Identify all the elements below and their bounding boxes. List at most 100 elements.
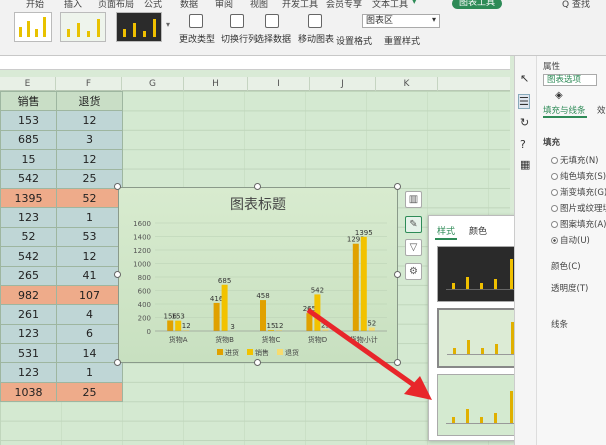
radio-icon[interactable] [551,173,558,180]
radio-icon[interactable] [551,157,558,164]
cell-sales[interactable]: 542 [0,168,57,189]
cell-returns[interactable]: 12 [56,149,123,170]
chart-style-thumb-3[interactable] [116,12,162,42]
cell-sales[interactable]: 123 [0,323,57,345]
cell-returns[interactable]: 52 [56,187,123,209]
fill-section-title[interactable]: 填充 [543,136,560,148]
fill-option[interactable]: 纯色填充(S) [551,170,606,186]
resize-handle[interactable] [114,359,121,366]
col-header-h[interactable]: H [184,77,248,91]
col-header-f[interactable]: F [56,77,122,91]
cell-returns[interactable]: 1 [56,207,123,228]
cell-returns[interactable]: 107 [56,284,123,306]
select-data-button[interactable]: 选择数据 [255,32,291,45]
cell-returns[interactable]: 6 [56,323,123,345]
cell-returns[interactable]: 12 [56,246,123,267]
chart-style-thumb-2[interactable] [60,12,106,42]
fill-option[interactable]: 图片或纹理填 [551,202,606,218]
cell-sales[interactable]: 982 [0,284,57,306]
col-header-i[interactable]: I [248,77,310,91]
cell-sales[interactable]: 542 [0,246,57,267]
tab-insert[interactable]: 插入 [64,0,82,10]
formula-bar[interactable] [0,56,510,70]
fill-option[interactable]: 渐变填充(G) [551,186,606,202]
tab-review[interactable]: 审阅 [215,0,233,10]
tab-chart-tools[interactable]: 图表工具 [452,0,502,9]
switch-row-col-button[interactable]: 切换行列 [221,32,257,45]
tab-view[interactable]: 视图 [250,0,268,10]
chart-elements-icon[interactable]: ▥ [405,191,422,208]
move-chart-button[interactable]: 移动图表 [298,32,334,45]
col-header-k[interactable]: K [376,77,438,91]
cell-returns[interactable]: 3 [56,129,123,151]
resize-handle[interactable] [114,183,121,190]
cell-returns[interactable]: 25 [56,168,123,189]
chart-style-brush-icon[interactable]: ✎ [405,216,422,233]
tab-fill-line[interactable]: 填充与线条 [543,104,586,116]
cell-sales[interactable]: 1395 [0,187,57,209]
radio-icon[interactable] [551,189,558,196]
cell-returns[interactable]: 14 [56,343,123,364]
set-format-button[interactable]: 设置格式 [336,34,372,47]
header-sales[interactable]: 销售 [0,90,57,112]
change-type-icon [189,14,203,28]
fill-option[interactable]: 无填充(N) [551,154,606,170]
reset-style-button[interactable]: 重置样式 [384,34,420,47]
cell-returns[interactable]: 41 [56,265,123,286]
chart-style-thumb-1[interactable] [14,12,52,42]
tab-page-layout[interactable]: 页面布局 [98,0,134,10]
change-type-button[interactable]: 更改类型 [179,32,215,45]
resize-handle[interactable] [114,271,121,278]
cell-sales[interactable]: 52 [0,226,57,248]
tab-text-tools[interactable]: 文本工具 [372,0,408,10]
tab-developer[interactable]: 开发工具 [282,0,318,10]
col-header-g[interactable]: G [122,77,184,91]
tab-member[interactable]: 会员专享 [326,0,362,10]
resize-handle[interactable] [394,183,401,190]
cell-returns[interactable]: 4 [56,304,123,325]
grid-icon[interactable]: ▦ [520,158,530,171]
chart-settings-gear-icon[interactable]: ⚙ [405,263,422,280]
search-label[interactable]: Q 查找 [562,0,590,10]
fill-option[interactable]: 自动(U) [551,234,606,250]
fill-option[interactable]: 图案填充(A) [551,218,606,234]
cell-sales[interactable]: 153 [0,110,57,131]
chart-area-select[interactable]: 图表区 [362,14,440,28]
cell-sales[interactable]: 123 [0,362,57,383]
tab-formulas[interactable]: 公式 [144,0,162,10]
cell-sales[interactable]: 685 [0,129,57,151]
cell-sales[interactable]: 15 [0,149,57,170]
history-icon[interactable]: ↻ [520,116,529,129]
cell-returns[interactable]: 12 [56,110,123,131]
cell-sales[interactable]: 1038 [0,381,57,403]
resize-handle[interactable] [394,271,401,278]
help-icon[interactable]: ? [520,138,526,151]
resize-handle[interactable] [254,359,261,366]
cell-sales[interactable]: 265 [0,265,57,286]
thumbs-more-icon[interactable]: ▾ [166,20,170,29]
tab-effects[interactable]: 效 [597,104,606,116]
tab-data[interactable]: 数据 [180,0,198,10]
cell-sales[interactable]: 531 [0,343,57,364]
cell-returns[interactable]: 25 [56,381,123,403]
cursor-icon[interactable]: ↖ [520,72,529,85]
popup-tab-color[interactable]: 颜色 [469,224,487,237]
radio-icon[interactable] [551,205,558,212]
radio-icon[interactable] [551,237,558,244]
properties-icon[interactable]: ☰ [518,94,530,109]
line-section-title[interactable]: 线条 [551,318,568,330]
cell-returns[interactable]: 1 [56,362,123,383]
header-returns[interactable]: 退货 [56,90,123,112]
popup-tab-style[interactable]: 样式 [437,224,455,237]
chart-options-select[interactable]: 图表选项 [543,74,597,86]
resize-handle[interactable] [254,183,261,190]
radio-icon[interactable] [551,221,558,228]
tab-start[interactable]: 开始 [26,0,44,10]
col-header-e[interactable]: E [0,77,56,91]
cell-returns[interactable]: 53 [56,226,123,248]
cell-sales[interactable]: 261 [0,304,57,325]
cell-sales[interactable]: 123 [0,207,57,228]
col-header-j[interactable]: J [310,77,376,91]
fill-bucket-icon[interactable]: ◈ [555,90,563,101]
chart-filter-icon[interactable]: ▽ [405,239,422,256]
